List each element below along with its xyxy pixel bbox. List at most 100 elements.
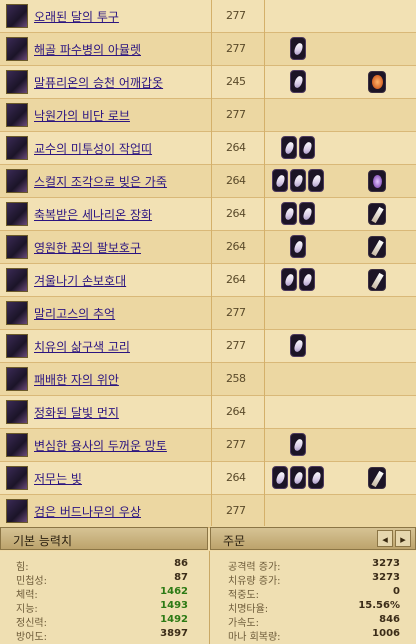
item-name-link[interactable]: 검은 버드나무의 우상 — [34, 503, 141, 520]
item-icon[interactable] — [6, 202, 28, 226]
gem-icon[interactable] — [281, 268, 297, 291]
item-name-link[interactable]: 교수의 미투성이 작업띠 — [34, 140, 152, 157]
item-icon[interactable] — [6, 400, 28, 424]
stat-row: 민첩성: 87 — [0, 572, 200, 587]
gem-icon[interactable] — [299, 268, 315, 291]
stat-label: 치명타율: — [228, 604, 269, 615]
item-row[interactable]: 겨울나기 손보호대 264 — [0, 264, 416, 297]
gem-icon[interactable] — [290, 466, 306, 489]
prev-button[interactable]: ◂ — [377, 530, 393, 547]
spec-panel-title: 주문 — [223, 534, 246, 548]
stat-value: 86 — [174, 558, 188, 569]
item-level: 277 — [226, 9, 246, 22]
item-name-link[interactable]: 축복받은 세나리온 장화 — [34, 206, 152, 223]
stat-value: 3273 — [372, 572, 400, 583]
item-icon[interactable] — [6, 499, 28, 523]
gem-icon[interactable] — [281, 202, 297, 225]
stat-label: 민첩성: — [16, 576, 47, 587]
enchant-icon[interactable] — [368, 170, 386, 192]
enchant-icon[interactable] — [368, 236, 386, 258]
item-row[interactable]: 패배한 자의 위안 258 — [0, 363, 416, 396]
item-row[interactable]: 영원한 꿈의 팔보호구 264 — [0, 231, 416, 264]
stat-row: 힘: 86 — [0, 558, 200, 573]
gem-icon[interactable] — [272, 466, 288, 489]
gem-icon[interactable] — [281, 136, 297, 159]
item-icon[interactable] — [6, 4, 28, 28]
stat-value: 15.56% — [358, 600, 400, 611]
item-level: 264 — [226, 273, 246, 286]
stat-value: 3273 — [372, 558, 400, 569]
item-name-link[interactable]: 말퓨리온의 승천 어깨갑옷 — [34, 74, 163, 91]
stat-label: 치유량 증가: — [228, 576, 281, 587]
item-row[interactable]: 치유의 삶구색 고리 277 — [0, 330, 416, 363]
item-name-link[interactable]: 치유의 삶구색 고리 — [34, 338, 130, 355]
stat-value: 87 — [174, 572, 188, 583]
item-icon[interactable] — [6, 103, 28, 127]
item-row[interactable]: 변심한 용사의 두꺼운 망토 277 — [0, 429, 416, 462]
item-row[interactable]: 말리고스의 추억 277 — [0, 297, 416, 330]
item-name-link[interactable]: 말리고스의 추억 — [34, 305, 115, 322]
gem-icon[interactable] — [290, 433, 306, 456]
gem-icon[interactable] — [290, 169, 306, 192]
item-icon[interactable] — [6, 268, 28, 292]
item-row[interactable]: 스컬지 조각으로 빚은 가죽 264 — [0, 165, 416, 198]
gem-icon[interactable] — [272, 169, 288, 192]
item-icon[interactable] — [6, 235, 28, 259]
item-row[interactable]: 검은 버드나무의 우상 277 — [0, 495, 416, 528]
item-name-link[interactable]: 겨울나기 손보호대 — [34, 272, 126, 289]
item-row[interactable]: 낙원가의 비단 로브 277 — [0, 99, 416, 132]
item-name-link[interactable]: 정화된 달빛 먼지 — [34, 404, 119, 421]
stat-value: 3897 — [160, 628, 188, 639]
item-level: 277 — [226, 504, 246, 517]
item-level: 277 — [226, 339, 246, 352]
item-icon[interactable] — [6, 433, 28, 457]
item-icon[interactable] — [6, 37, 28, 61]
enchant-icon[interactable] — [368, 71, 386, 93]
item-icon[interactable] — [6, 301, 28, 325]
gem-icon[interactable] — [308, 466, 324, 489]
gem-icon[interactable] — [290, 235, 306, 258]
item-row[interactable]: 정화된 달빛 먼지 264 — [0, 396, 416, 429]
gem-icon[interactable] — [290, 70, 306, 93]
stat-row: 지능: 1493 — [0, 600, 200, 615]
item-row[interactable]: 저무는 빛 264 — [0, 462, 416, 495]
item-level: 277 — [226, 42, 246, 55]
stats-panel-title: 기본 능력치 — [13, 534, 73, 548]
item-name-link[interactable]: 저무는 빛 — [34, 470, 82, 487]
enchant-icon[interactable] — [368, 203, 386, 225]
item-icon[interactable] — [6, 70, 28, 94]
item-name-link[interactable]: 영원한 꿈의 팔보호구 — [34, 239, 141, 256]
gem-icon[interactable] — [290, 334, 306, 357]
item-name-link[interactable]: 낙원가의 비단 로브 — [34, 107, 130, 124]
item-icon[interactable] — [6, 367, 28, 391]
stat-row: 정신력: 1492 — [0, 614, 200, 629]
item-row[interactable]: 교수의 미투성이 작업띠 264 — [0, 132, 416, 165]
item-icon[interactable] — [6, 334, 28, 358]
item-level: 277 — [226, 306, 246, 319]
item-name-link[interactable]: 오래된 달의 투구 — [34, 8, 119, 25]
item-icon[interactable] — [6, 136, 28, 160]
gem-icon[interactable] — [299, 202, 315, 225]
item-row[interactable]: 말퓨리온의 승천 어깨갑옷 245 — [0, 66, 416, 99]
item-row[interactable]: 오래된 달의 투구 277 — [0, 0, 416, 33]
gem-icon[interactable] — [299, 136, 315, 159]
item-name-link[interactable]: 변심한 용사의 두꺼운 망토 — [34, 437, 167, 454]
stat-label: 공격력 증가: — [228, 562, 281, 573]
item-level: 277 — [226, 438, 246, 451]
next-button[interactable]: ▸ — [395, 530, 411, 547]
stat-row: 마나 회복량: 1006 — [212, 628, 412, 643]
item-name-link[interactable]: 해골 파수병의 아뮬렛 — [34, 41, 141, 58]
gem-icon[interactable] — [308, 169, 324, 192]
stat-label: 정신력: — [16, 618, 47, 629]
spec-panel-header: 주문 ◂ ▸ — [210, 527, 416, 550]
item-row[interactable]: 축복받은 세나리온 장화 264 — [0, 198, 416, 231]
enchant-icon[interactable] — [368, 269, 386, 291]
item-name-link[interactable]: 스컬지 조각으로 빚은 가죽 — [34, 173, 167, 190]
item-icon[interactable] — [6, 169, 28, 193]
item-name-link[interactable]: 패배한 자의 위안 — [34, 371, 119, 388]
item-icon[interactable] — [6, 466, 28, 490]
enchant-icon[interactable] — [368, 467, 386, 489]
item-row[interactable]: 해골 파수병의 아뮬렛 277 — [0, 33, 416, 66]
stat-row: 방어도: 3897 — [0, 628, 200, 643]
gem-icon[interactable] — [290, 37, 306, 60]
